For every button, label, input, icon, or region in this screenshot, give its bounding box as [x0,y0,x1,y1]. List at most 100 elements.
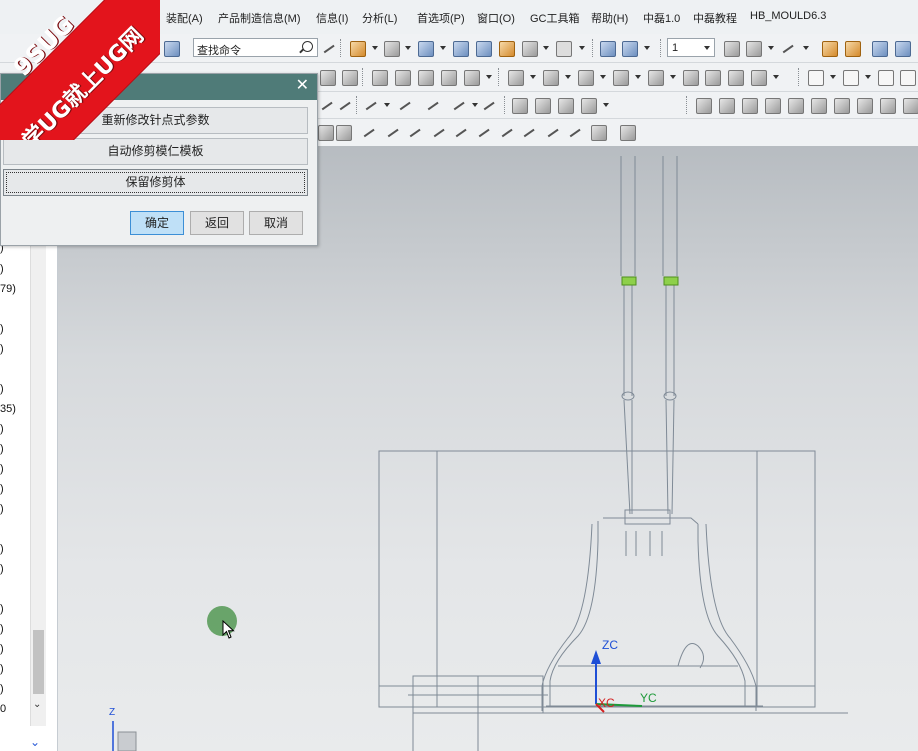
sync-model-icon[interactable] [705,70,721,86]
chevron-down-icon[interactable]: ⌄ [33,699,41,710]
move-to-layer-icon[interactable] [746,41,762,57]
mold-wizard-icon[interactable] [834,98,850,114]
navigator-row[interactable]: 0 [0,703,6,715]
pattern-icon[interactable] [648,70,664,86]
mold-wizard-icon[interactable] [788,98,804,114]
mold-wizard-icon[interactable] [880,98,896,114]
orient-view-icon[interactable] [418,41,434,57]
trim-body-icon[interactable] [543,70,559,86]
navigator-row[interactable]: ) [0,323,4,335]
back-button[interactable]: 返回 [190,211,244,235]
ok-button[interactable]: 确定 [130,211,184,235]
mold-wizard-icon[interactable] [719,98,735,114]
navigator-row[interactable]: ) [0,443,4,455]
navigator-row[interactable]: ) [0,383,4,395]
tool-icon[interactable] [591,125,607,141]
selection-filter-icon[interactable] [124,41,140,57]
spline-icon[interactable] [454,125,468,139]
sync-model-icon[interactable] [728,70,744,86]
mold-wizard-icon[interactable] [903,98,918,114]
section-icon[interactable] [499,41,515,57]
chevron-down-icon[interactable] [486,75,492,79]
navigator-row[interactable]: ) [0,623,4,635]
menu-item-zhonglei-tutorial[interactable]: 中磊教程 [693,10,737,26]
constraint-icon[interactable] [452,98,466,112]
chevron-down-icon[interactable] [644,46,650,50]
navigator-row[interactable]: ) [0,263,4,275]
circle-icon[interactable] [522,125,536,139]
surface-icon[interactable] [900,70,916,86]
work-layer-select[interactable]: 1 [667,38,715,57]
chevron-down-icon[interactable] [803,46,809,50]
arc-icon[interactable] [432,125,446,139]
background-color-icon[interactable] [556,41,572,57]
chevron-down-icon[interactable] [579,46,585,50]
chevron-down-icon[interactable] [768,46,774,50]
revolve-icon[interactable] [395,70,411,86]
close-icon[interactable]: ✕ [296,77,309,95]
navigator-row[interactable]: 35) [0,403,16,415]
navigator-row[interactable]: ) [0,483,4,495]
menu-item-analysis[interactable]: 分析(L) [362,10,397,26]
navigator-row[interactable]: 79) [0,283,16,295]
menu-item-help[interactable]: 帮助(H) [591,10,628,26]
rotate-icon[interactable] [622,41,638,57]
menu-item-gc-toolkit[interactable]: GC工具箱 [530,10,580,26]
constraint-icon[interactable] [426,98,440,112]
show-icon[interactable] [895,41,911,57]
expand-chevron-icon[interactable]: ⌄ [30,735,40,749]
chevron-down-icon[interactable] [384,103,390,107]
body-icon[interactable] [318,125,334,141]
menu-item-hb-mould[interactable]: HB_MOULD6.3 [750,10,826,22]
curve-icon[interactable] [477,125,491,139]
layer-settings-icon[interactable] [724,41,740,57]
menu-item-window[interactable]: 窗口(O) [477,10,515,26]
table-icon[interactable] [620,125,636,141]
mold-tool-icon[interactable] [581,98,597,114]
layer-visible-icon[interactable] [522,41,538,57]
dialog-title-bar[interactable]: ✕ [1,74,317,100]
boss-icon[interactable] [441,70,457,86]
scrollbar-thumb[interactable] [33,630,44,694]
navigator-row[interactable]: ) [0,663,4,675]
render-style-icon[interactable] [384,41,400,57]
modify-pin-point-params-button[interactable]: 重新修改针点式参数 [3,107,308,134]
chevron-down-icon[interactable] [773,75,779,79]
line-icon[interactable] [386,125,400,139]
navigator-row[interactable]: ) [0,643,4,655]
shaded-icon[interactable] [453,41,469,57]
chevron-down-icon[interactable] [600,75,606,79]
menu-item-zhonglei[interactable]: 中磊1.0 [643,10,680,26]
hole-icon[interactable] [418,70,434,86]
constraint-icon[interactable] [398,98,412,112]
cancel-button[interactable]: 取消 [249,211,303,235]
body-icon[interactable] [336,125,352,141]
plus-icon[interactable] [546,125,560,139]
navigator-row[interactable]: ) [0,463,4,475]
feature-icon[interactable] [320,70,336,86]
keep-trim-body-button[interactable]: 保留修剪体 [3,169,308,196]
curve-icon[interactable] [843,70,859,86]
auto-trim-core-plate-button[interactable]: 自动修剪模仁模板 [3,138,308,165]
menu-item-info[interactable]: 信息(I) [316,10,348,26]
extrude-icon[interactable] [372,70,388,86]
navigator-row[interactable]: ) [0,423,4,435]
chevron-down-icon[interactable] [405,46,411,50]
circle-icon[interactable] [500,125,514,139]
line-icon[interactable] [568,125,582,139]
mold-tool-icon[interactable] [558,98,574,114]
analysis-icon[interactable] [845,41,861,57]
sync-model-icon[interactable] [683,70,699,86]
search-icon[interactable] [302,41,313,52]
offset-icon[interactable] [578,70,594,86]
line-icon[interactable] [338,98,352,112]
mold-wizard-icon[interactable] [742,98,758,114]
constraint-icon[interactable] [482,98,496,112]
point-icon[interactable] [362,125,376,139]
wireframe-icon[interactable] [476,41,492,57]
navigator-row[interactable]: ) [0,503,4,515]
mold-wizard-icon[interactable] [811,98,827,114]
chevron-down-icon[interactable] [565,75,571,79]
hide-icon[interactable] [872,41,888,57]
feature-icon[interactable] [342,70,358,86]
